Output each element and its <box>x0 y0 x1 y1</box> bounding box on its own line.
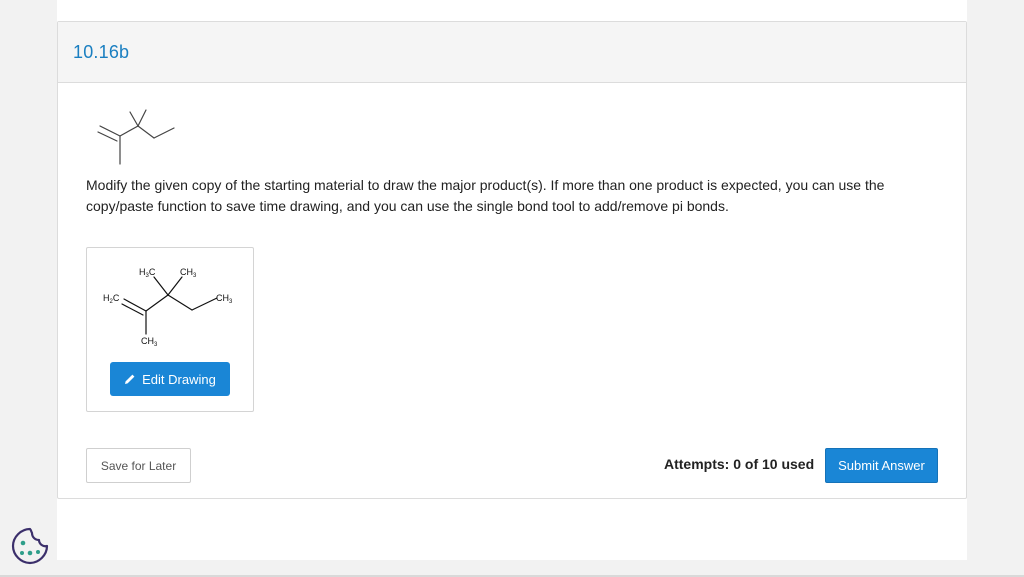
bond <box>167 294 193 311</box>
edit-drawing-button[interactable]: Edit Drawing <box>110 362 230 396</box>
label-h2c-left: H2C <box>103 293 120 305</box>
bond <box>191 297 218 311</box>
double-bond <box>123 298 147 312</box>
double-bond <box>121 303 144 316</box>
bond <box>167 276 183 296</box>
label-ch3-bottom: CH3 <box>141 336 158 348</box>
edit-drawing-label: Edit Drawing <box>142 371 216 387</box>
attempts-counter: Attempts: 0 of 10 used <box>664 456 815 472</box>
submit-answer-button[interactable]: Submit Answer <box>825 448 938 483</box>
thumb-bond <box>153 127 175 139</box>
thumb-bond <box>129 111 139 127</box>
thumb-bond <box>119 125 139 137</box>
save-for-later-button[interactable]: Save for Later <box>86 448 191 483</box>
pencil-icon <box>125 374 135 384</box>
question-prompt: Modify the given copy of the starting ma… <box>86 177 885 214</box>
cookie-icon[interactable] <box>10 526 50 566</box>
label-h3c-top: H3C <box>139 267 156 279</box>
question-card: 10.16b Modify the given copy of the star… <box>57 21 967 499</box>
label-ch3-right: CH3 <box>216 293 233 305</box>
bond <box>145 294 169 312</box>
starting-material-structure <box>97 109 175 165</box>
thumb-bond <box>137 109 147 127</box>
drawing-structure: H3C CH3 H2C CH3 CH3 <box>103 267 233 348</box>
bond <box>153 276 169 296</box>
question-number: 10.16b <box>73 42 130 62</box>
question-header: 10.16b <box>58 22 966 83</box>
drawing-panel: H3C CH3 H2C CH3 CH3 Edit Drawing <box>86 247 254 412</box>
thumb-bond <box>137 125 155 139</box>
